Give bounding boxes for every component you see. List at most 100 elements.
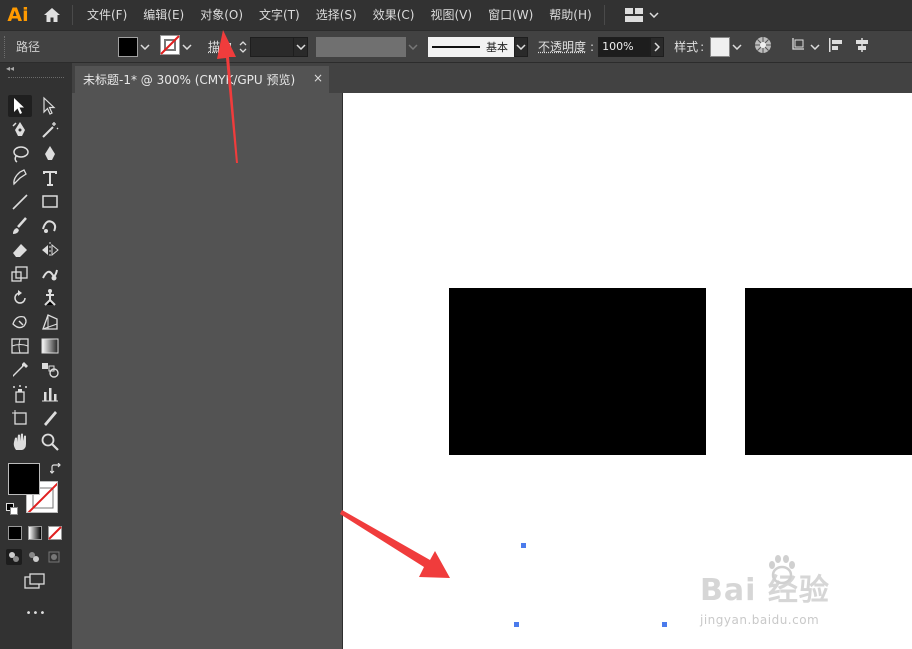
fill-swatch[interactable] [118, 36, 138, 57]
curvature-tool[interactable] [38, 143, 62, 165]
opacity-colon: : [590, 39, 595, 54]
opacity-input[interactable]: 100% [598, 36, 651, 57]
graphic-style-swatch[interactable] [710, 36, 731, 57]
stroke-stepper-icon[interactable] [236, 40, 250, 54]
menu-edit[interactable]: 编辑(E) [135, 0, 192, 30]
workspace-switcher[interactable] [619, 0, 665, 30]
menu-file[interactable]: 文件(F) [79, 0, 135, 30]
none-mode-icon[interactable] [48, 526, 62, 543]
draw-inside-icon[interactable] [46, 549, 62, 565]
anchor-point[interactable] [521, 543, 526, 548]
gradient-mode-icon[interactable] [28, 526, 42, 540]
draw-behind-icon[interactable] [26, 549, 42, 565]
menu-object[interactable]: 对象(O) [192, 0, 251, 30]
rectangle-shape-1[interactable] [449, 288, 706, 455]
menu-bar: Ai 文件(F) 编辑(E) 对象(O) 文字(T) 选择(S) 效果(C) 视… [0, 0, 912, 30]
menu-window[interactable]: 窗口(W) [480, 0, 541, 30]
eraser-tool[interactable] [8, 239, 32, 261]
tools-panel: ◂◂ ••• [0, 63, 72, 649]
draw-normal-icon[interactable] [6, 549, 22, 565]
edit-toolbar-icon[interactable]: ••• [0, 608, 72, 619]
menu-effect[interactable]: 效果(C) [365, 0, 423, 30]
warp-tool[interactable] [38, 263, 62, 285]
blend-tool[interactable] [38, 359, 62, 381]
gradient-tool[interactable] [38, 335, 62, 357]
anchor-point[interactable] [514, 622, 519, 627]
variable-width-profile[interactable] [316, 36, 407, 57]
fill-color-swatch[interactable] [8, 463, 40, 495]
chevron-down-icon[interactable] [514, 36, 529, 57]
free-transform-tool[interactable] [8, 311, 32, 333]
paw-icon [769, 555, 795, 585]
recolor-artwork-icon[interactable] [754, 36, 772, 57]
rectangle-shape-2[interactable] [745, 288, 912, 455]
align-left-icon[interactable] [828, 37, 844, 56]
rotate-tool[interactable] [8, 287, 32, 309]
menu-type[interactable]: 文字(T) [251, 0, 308, 30]
type-tool[interactable] [38, 167, 62, 189]
style-colon: : [700, 39, 705, 54]
reflect-tool[interactable] [38, 239, 62, 261]
tab-document[interactable]: 未标题-1* @ 300% (CMYK/GPU 预览) × [75, 66, 329, 93]
style-label: 样式 [674, 40, 699, 54]
brush-stroke-preview [432, 45, 481, 48]
anchor-point[interactable] [662, 622, 667, 627]
document-title: 未标题-1* @ 300% (CMYK/GPU 预览) [83, 73, 296, 87]
hand-tool[interactable] [8, 431, 32, 453]
magic-wand-tool[interactable] [38, 119, 62, 141]
perspective-tool[interactable] [38, 311, 62, 333]
direct-selection-tool[interactable] [38, 95, 62, 117]
menu-view[interactable]: 视图(V) [422, 0, 480, 30]
menu-help[interactable]: 帮助(H) [541, 0, 599, 30]
slice-tool[interactable] [38, 407, 62, 429]
app-logo: Ai [7, 4, 29, 26]
home-icon[interactable] [36, 0, 68, 30]
rectangle-tool[interactable] [38, 191, 62, 213]
collapse-panel-icon[interactable]: ◂◂ [0, 63, 72, 75]
scale-tool[interactable] [8, 263, 32, 285]
chevron-down-icon[interactable] [406, 43, 420, 50]
shaper-tool[interactable] [38, 215, 62, 237]
close-icon[interactable]: × [313, 71, 323, 85]
align-center-icon[interactable] [854, 37, 870, 56]
mesh-tool[interactable] [8, 335, 32, 357]
artboard-tool[interactable] [8, 407, 32, 429]
chevron-right-icon[interactable] [650, 36, 665, 57]
stroke-label[interactable]: 描边 [208, 38, 232, 55]
default-colors-icon[interactable] [6, 503, 18, 518]
panel-grip[interactable] [8, 77, 64, 79]
eyedropper-tool[interactable] [8, 359, 32, 381]
control-bar: 路径 描边 基本 不透明度 : 100% 样式 : [0, 30, 912, 63]
screen-mode-icon[interactable] [24, 573, 46, 592]
transform-icon[interactable] [790, 37, 808, 56]
selection-type-label: 路径 [16, 40, 41, 54]
menu-divider [603, 5, 605, 25]
opacity-label[interactable]: 不透明度 [538, 38, 586, 55]
fill-color-box [118, 36, 138, 57]
chevron-down-icon[interactable] [808, 43, 822, 50]
graph-tool[interactable] [38, 383, 62, 405]
watermark-url: jingyan.baidu.com [700, 613, 820, 627]
symbol-sprayer-tool[interactable] [8, 383, 32, 405]
stroke-weight-input[interactable] [250, 36, 295, 57]
pen-tool[interactable] [8, 119, 32, 141]
brush-style-label: 基本 [486, 40, 509, 54]
menu-select[interactable]: 选择(S) [308, 0, 365, 30]
zoom-tool[interactable] [38, 431, 62, 453]
brush-tool[interactable] [8, 167, 32, 189]
chevron-down-icon[interactable] [180, 43, 194, 50]
chevron-down-icon[interactable] [294, 36, 309, 57]
chevron-down-icon[interactable] [138, 43, 152, 50]
lasso-tool[interactable] [8, 143, 32, 165]
line-tool[interactable] [8, 191, 32, 213]
stroke-swatch[interactable] [160, 35, 180, 58]
no-stroke-icon [160, 35, 180, 55]
paintbrush-tool[interactable] [8, 215, 32, 237]
selection-tool[interactable] [8, 95, 32, 117]
color-mode-icon[interactable] [8, 526, 22, 540]
workspace-layout-icon [624, 8, 643, 22]
brush-definition[interactable]: 基本 [428, 36, 515, 57]
chevron-down-icon[interactable] [730, 43, 744, 50]
puppet-warp-tool[interactable] [38, 287, 62, 309]
swap-colors-icon[interactable] [49, 462, 62, 478]
